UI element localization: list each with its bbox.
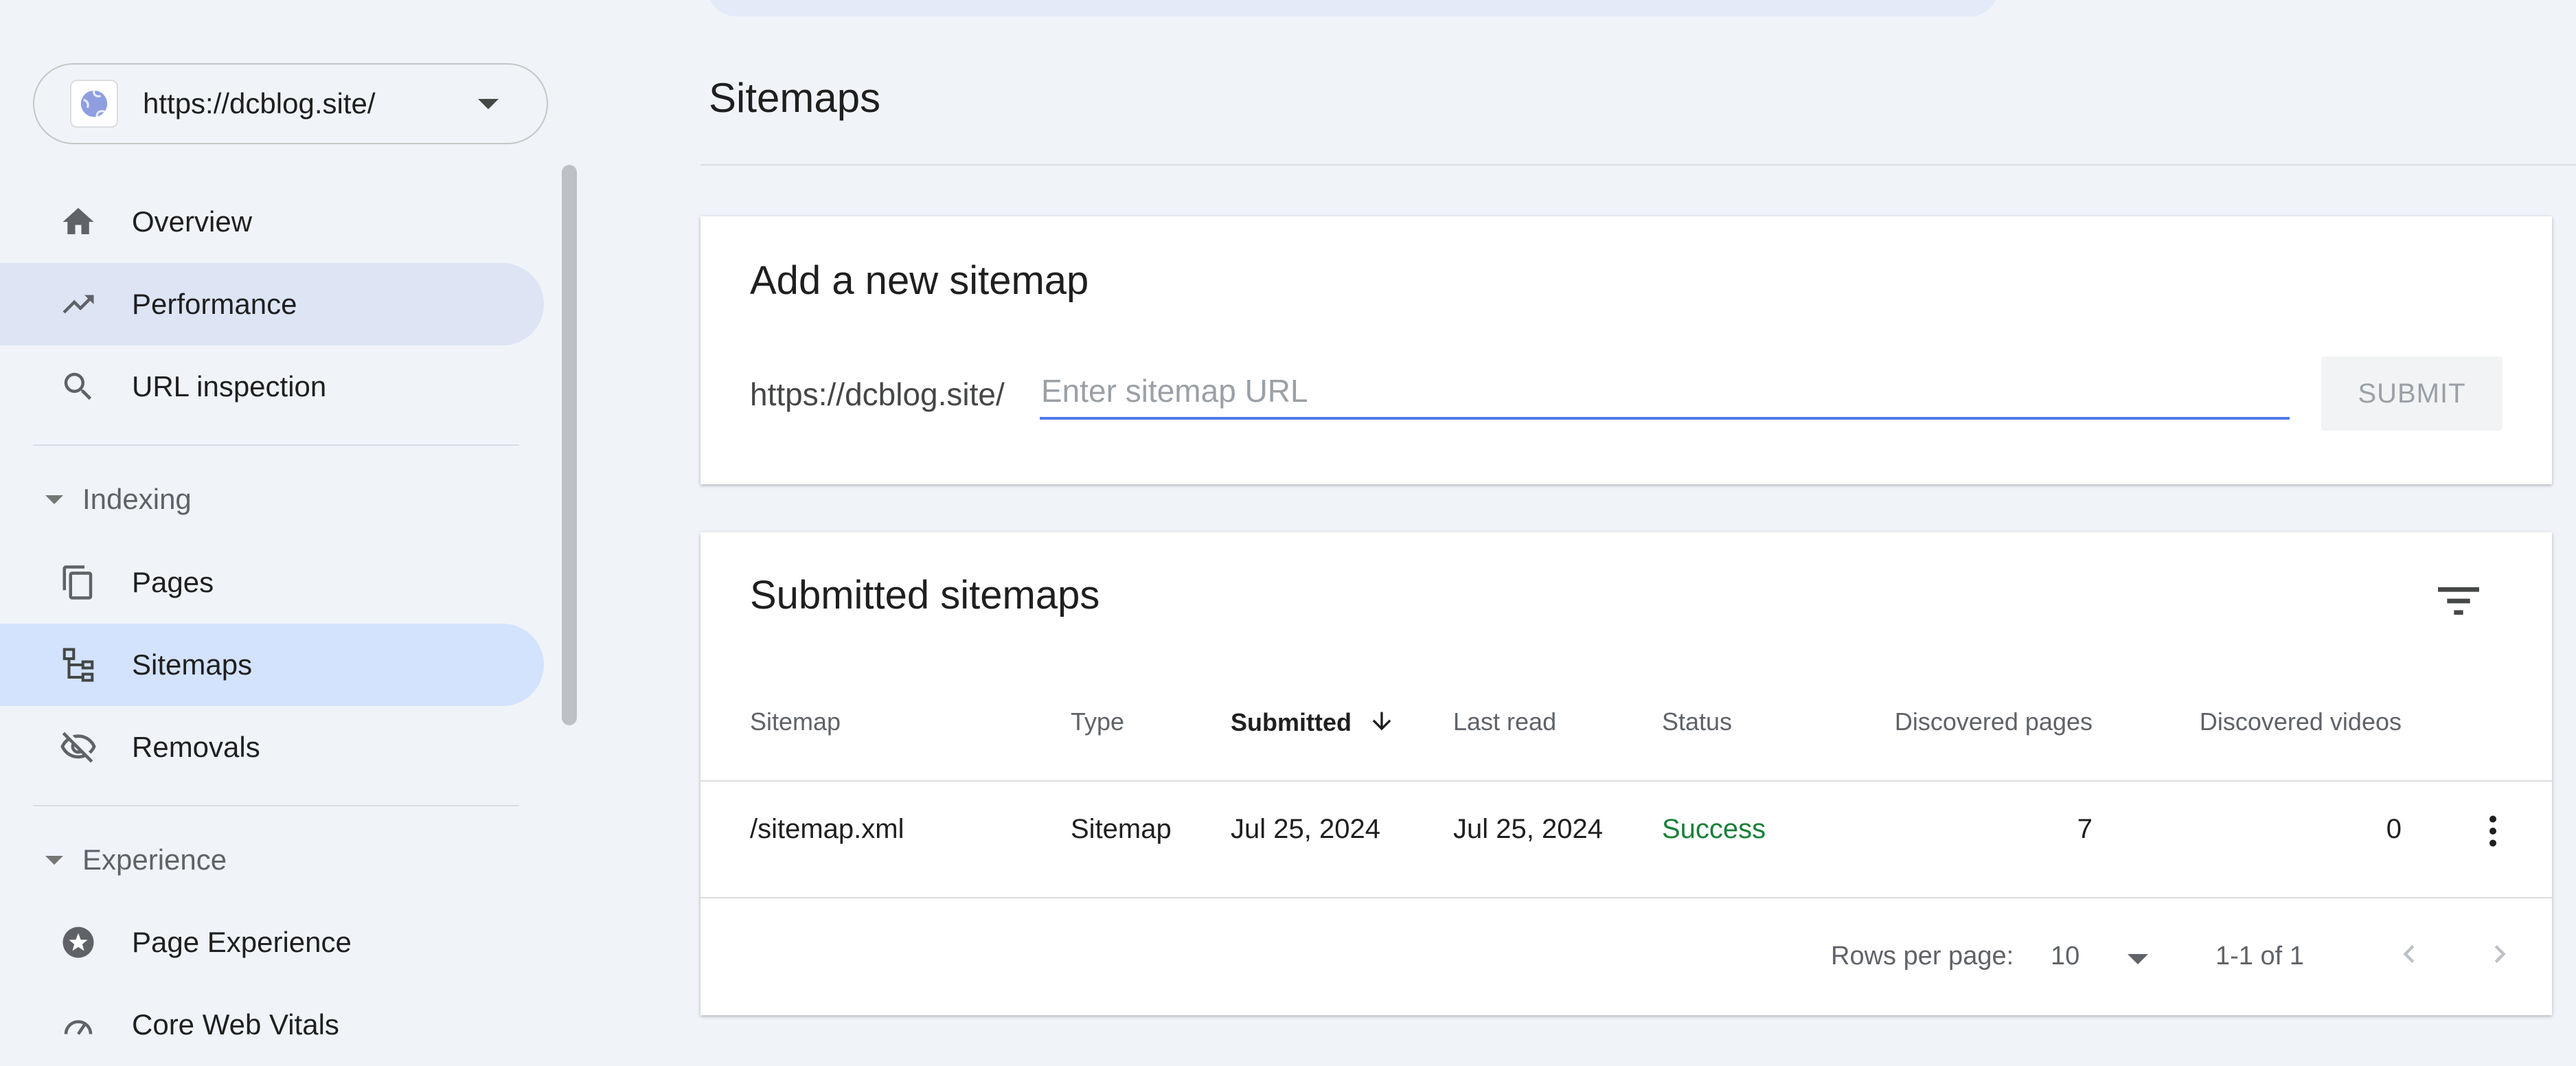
sidebar-item-page-experience[interactable]: Page Experience [0,901,544,984]
chevron-down-icon [2128,954,2148,964]
trending-up-icon [58,284,99,325]
add-sitemap-card: Add a new sitemap https://dcblog.site/ S… [700,216,2552,484]
arrow-drop-down-icon [45,856,63,865]
arrow-downward-icon [1372,712,1391,731]
sidebar-item-pages[interactable]: Pages [0,541,544,624]
cell-last-read: Jul 25, 2024 [1453,814,1603,844]
section-label: Experience [82,843,227,876]
row-divider [700,897,2552,898]
arrow-drop-down-icon [45,495,63,504]
page-experience-icon [58,922,99,963]
column-header-submitted[interactable]: Submitted [1231,707,1395,737]
cell-discovered-pages: 7 [2077,814,2093,844]
chevron-left-icon [2403,945,2415,963]
chevron-right-icon [2494,945,2506,963]
column-header-type[interactable]: Type [1071,707,1124,736]
more-vert-icon[interactable] [2472,807,2514,855]
section-label: Indexing [82,483,192,515]
eye-off-icon [58,727,99,768]
chevron-down-icon [478,99,499,109]
column-header-status[interactable]: Status [1662,707,1732,736]
submitted-sitemaps-card: Submitted sitemaps Sitemap Type Submitte… [700,532,2552,1015]
title-divider [700,164,2576,166]
home-icon [58,201,99,242]
cell-discovered-videos: 0 [2386,814,2402,844]
pages-icon [58,562,99,603]
previous-page-button[interactable] [2389,933,2430,975]
rows-per-page-label: Rows per page: [1831,942,2014,971]
sidebar-divider [33,444,519,446]
sidebar-item-removals[interactable]: Removals [0,706,544,789]
card-title: Add a new sitemap [750,258,1089,303]
sitemap-url-input[interactable] [1040,365,2290,420]
globe-icon [70,80,118,128]
sidebar-item-performance[interactable]: Performance [0,263,544,345]
sidebar-item-label: Page Experience [132,926,352,958]
sidebar-item-url-inspection[interactable]: URL inspection [0,345,544,428]
sidebar-item-label: Performance [132,288,297,320]
sitemap-url-prefix: https://dcblog.site/ [750,376,1005,412]
submit-button[interactable]: SUBMIT [2321,356,2503,431]
speedometer-icon [58,1004,99,1045]
sidebar-item-label: Overview [132,205,253,238]
sidebar-item-sitemaps[interactable]: Sitemaps [0,624,544,706]
sidebar-item-label: Sitemaps [132,648,253,681]
sidebar-item-label: Pages [132,566,214,598]
row-divider [700,780,2552,782]
column-header-last-read[interactable]: Last read [1453,707,1556,736]
search-icon [58,366,99,407]
filter-icon[interactable] [2431,574,2486,628]
column-header-discovered-videos[interactable]: Discovered videos [2200,707,2402,736]
next-page-button[interactable] [2479,933,2520,975]
pagination-range: 1-1 of 1 [2215,942,2304,971]
sidebar-item-label: URL inspection [132,370,327,402]
section-indexing[interactable]: Indexing [0,465,544,534]
cell-submitted: Jul 25, 2024 [1231,814,1380,844]
page-title: Sitemaps [709,75,881,121]
status-badge: Success [1662,814,1766,844]
rows-per-page-select[interactable]: 10 [2051,935,2154,976]
column-header-discovered-pages[interactable]: Discovered pages [1895,707,2093,736]
sitemap-icon [58,644,99,685]
sidebar-item-label: Core Web Vitals [132,1008,339,1041]
cell-type: Sitemap [1071,814,1172,844]
sidebar-item-core-web-vitals[interactable]: Core Web Vitals [0,984,544,1066]
sidebar-item-overview[interactable]: Overview [0,181,544,263]
cell-sitemap: /sitemap.xml [750,814,904,844]
section-experience[interactable]: Experience [0,826,544,894]
property-selector[interactable]: https://dcblog.site/ [33,63,548,144]
column-header-label: Submitted [1231,708,1352,736]
sidebar-scrollbar[interactable] [562,165,577,725]
column-header-sitemap[interactable]: Sitemap [750,707,841,736]
sidebar-divider [33,805,519,806]
card-title: Submitted sitemaps [750,573,1100,617]
sidebar-item-label: Removals [132,731,260,763]
property-url: https://dcblog.site/ [143,87,376,120]
search-bar[interactable] [707,0,1998,16]
sidebar: https://dcblog.site/ Overview Performanc… [0,0,591,1056]
rows-per-page-value: 10 [2051,942,2080,971]
